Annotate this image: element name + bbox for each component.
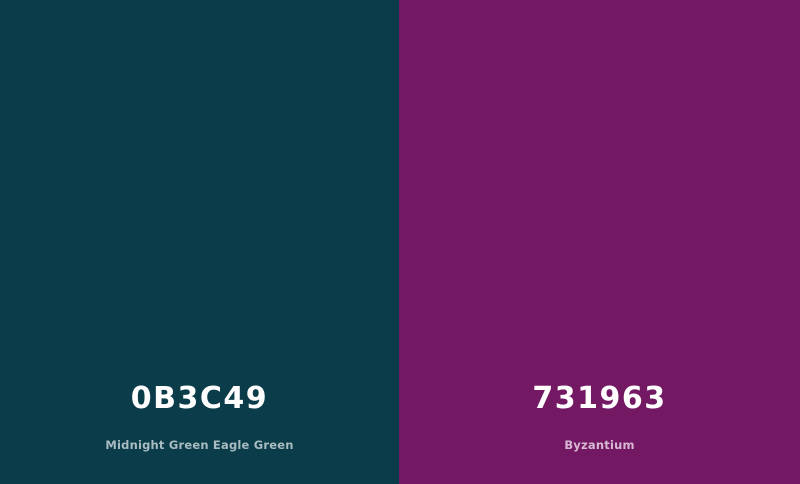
swatch-hex-code: 0B3C49	[130, 381, 269, 416]
color-palette: 0B3C49 Midnight Green Eagle Green 731963…	[0, 0, 800, 484]
swatch-hex-code: 731963	[532, 381, 667, 416]
swatch-color-name: Midnight Green Eagle Green	[105, 438, 294, 452]
swatch-midnight-green-eagle-green[interactable]: 0B3C49 Midnight Green Eagle Green	[0, 0, 399, 484]
swatch-byzantium[interactable]: 731963 Byzantium	[399, 0, 800, 484]
swatch-color-name: Byzantium	[564, 438, 635, 452]
